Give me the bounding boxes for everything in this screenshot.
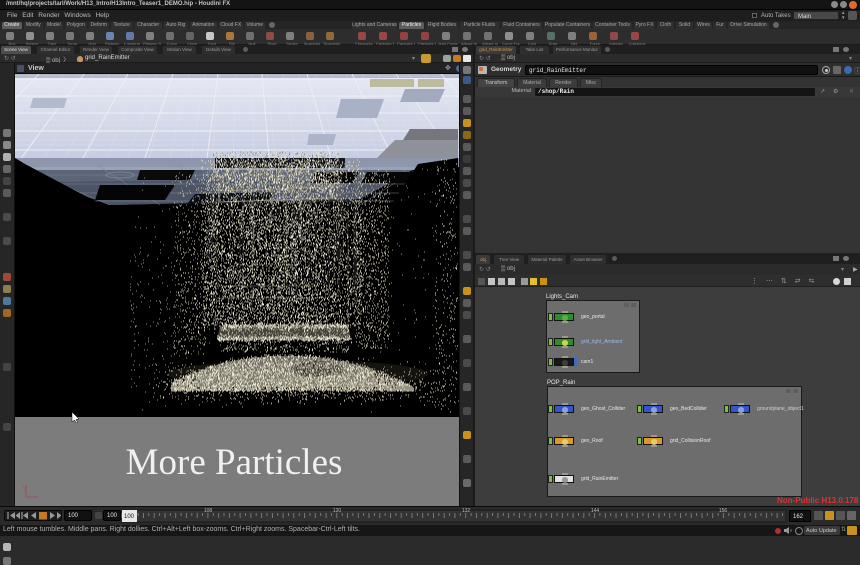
svg-text:144: 144 [591, 508, 600, 514]
svg-text:120: 120 [333, 508, 342, 514]
svg-text:156: 156 [719, 508, 728, 514]
svg-text:132: 132 [462, 508, 471, 514]
svg-text:100: 100 [124, 514, 135, 520]
svg-text:108: 108 [204, 508, 213, 514]
